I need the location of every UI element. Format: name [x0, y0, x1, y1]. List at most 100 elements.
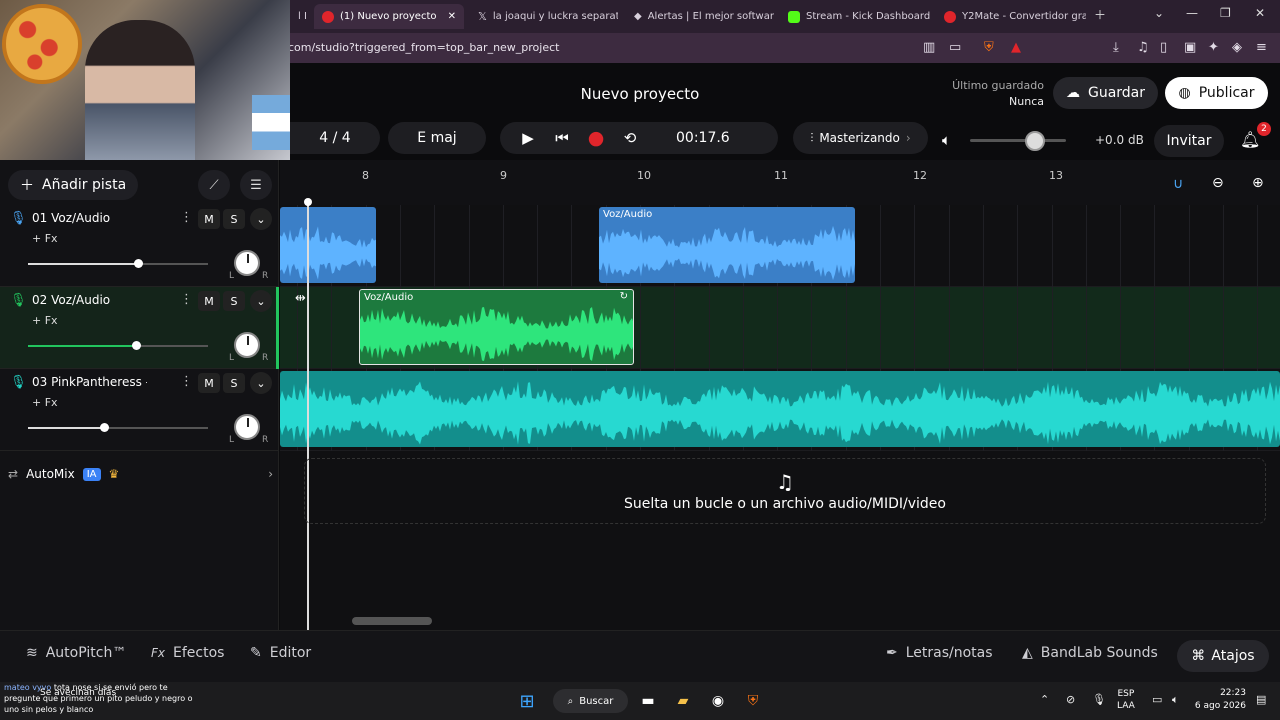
display-icon[interactable]: ▭ — [1152, 693, 1162, 706]
pan-knob[interactable] — [234, 332, 260, 358]
solo-button[interactable]: S — [223, 209, 245, 229]
music-icon[interactable]: ♫ — [1137, 40, 1149, 55]
microphone-tray-icon[interactable]: 🎙︎ — [1092, 693, 1106, 706]
solo-button[interactable]: S — [223, 373, 245, 393]
track-volume-slider[interactable] — [28, 259, 208, 268]
track-row-2[interactable]: 🎙︎ 02 Voz/Audio ⋮ M S ⌄ + Fx L R — [0, 287, 279, 369]
more-options-icon[interactable]: ⋮ — [180, 374, 193, 389]
publish-button[interactable]: ◍ Publicar — [1165, 77, 1268, 109]
rewards-icon[interactable]: ▲ — [1011, 40, 1021, 55]
pan-knob[interactable] — [234, 250, 260, 276]
track-name[interactable]: 01 Voz/Audio — [32, 211, 147, 225]
chevron-down-icon[interactable]: ⌄ — [250, 290, 272, 312]
notifications-tray-icon[interactable]: ▤ — [1256, 693, 1266, 706]
track-settings-icon[interactable]: ☰ — [240, 170, 272, 200]
track-volume-slider[interactable] — [28, 423, 208, 432]
tab-alertas[interactable]: ◆ Alertas | El mejor software p — [626, 4, 774, 29]
chevron-down-icon[interactable]: ⌄ — [1154, 6, 1164, 20]
tab-0[interactable]: l L — [290, 4, 306, 29]
snap-magnet-icon[interactable]: ∪ — [1173, 176, 1183, 192]
master-volume-slider[interactable] — [970, 139, 1066, 142]
audio-clip[interactable] — [280, 371, 1280, 447]
brave-shield-icon[interactable]: ⛨ — [984, 40, 994, 55]
audio-clip-selected[interactable]: Voz/Audio ↻ — [359, 289, 634, 365]
cast-icon[interactable]: ▭ — [949, 40, 961, 55]
loop-handle-icon[interactable]: ↻ — [620, 291, 628, 302]
ai-sparkle-icon[interactable]: ✦ — [1208, 40, 1219, 55]
windows-start-icon[interactable]: ⊞ — [516, 690, 538, 712]
add-track-button[interactable]: ＋ Añadir pista — [8, 170, 138, 200]
reader-icon[interactable]: ▥ — [923, 40, 935, 55]
wallet-icon[interactable]: ▣ — [1184, 40, 1196, 55]
add-fx-button[interactable]: + Fx — [32, 396, 58, 409]
playhead[interactable] — [307, 200, 309, 630]
track-row-1[interactable]: 🎙︎ 01 Voz/Audio ⋮ M S ⌄ + Fx L R — [0, 205, 279, 287]
add-fx-button[interactable]: + Fx — [32, 314, 58, 327]
timeline-ruler[interactable] — [280, 160, 1280, 205]
tab-nuevo-proyecto[interactable]: (1) Nuevo proyecto ✕ — [314, 4, 464, 29]
skip-back-icon[interactable]: ⏮ — [552, 129, 572, 147]
file-explorer-icon[interactable]: ▰ — [672, 690, 694, 712]
horizontal-scrollbar[interactable] — [352, 617, 432, 625]
brave-browser-icon[interactable]: ⛨ — [742, 690, 764, 712]
track-volume-slider[interactable] — [28, 341, 208, 350]
lyrics-button[interactable]: ✒ Letras/notas — [886, 645, 993, 661]
playhead-handle[interactable] — [304, 198, 312, 206]
mute-button[interactable]: M — [198, 291, 220, 311]
time-signature[interactable]: 4 / 4 — [290, 122, 380, 154]
more-options-icon[interactable]: ⋮ — [180, 210, 193, 225]
invite-button[interactable]: Invitar — [1154, 125, 1224, 157]
system-clock[interactable]: 22:23 6 ago 2026 — [1192, 687, 1246, 713]
loop-icon[interactable]: ⟲ — [620, 129, 640, 147]
tab-y2mate[interactable]: Y2Mate - Convertidor grat — [936, 4, 1086, 29]
shortcuts-button[interactable]: ⌘ Atajos — [1177, 640, 1269, 672]
minimize-icon[interactable]: — — [1186, 6, 1198, 20]
zoom-in-icon[interactable]: ⊕ — [1252, 175, 1264, 191]
tab-kick[interactable]: Stream - Kick Dashboard — [780, 4, 930, 29]
close-tab-icon[interactable]: ✕ — [448, 11, 456, 22]
maximize-icon[interactable]: ❐ — [1220, 6, 1231, 20]
master-volume-knob[interactable] — [1025, 131, 1045, 151]
play-icon[interactable]: ▶ — [518, 129, 538, 147]
audio-clip[interactable]: Voz/Audio — [599, 207, 855, 283]
add-fx-button[interactable]: + Fx — [32, 232, 58, 245]
editor-button[interactable]: ✎ Editor — [250, 645, 311, 661]
autopitch-button[interactable]: ≋ AutoPitch™ — [26, 645, 126, 661]
save-button[interactable]: ☁ Guardar — [1053, 77, 1158, 109]
download-icon[interactable]: ⤓ — [1113, 40, 1119, 55]
effects-button[interactable]: Fx Efectos — [151, 645, 224, 661]
url-input[interactable]: com/studio?triggered_from=top_bar_new_pr… — [288, 41, 559, 54]
taskbar-search[interactable]: ⌕ Buscar — [553, 689, 628, 713]
tuning-fork-icon[interactable]: ⟋ — [198, 170, 230, 200]
vpn-icon[interactable]: ◈ — [1232, 40, 1242, 55]
track-name[interactable]: 02 Voz/Audio — [32, 293, 147, 307]
track-row-3[interactable]: 🎙︎ 03 PinkPantheress - G... ⋮ M S ⌄ + Fx… — [0, 369, 279, 451]
sidebar-icon[interactable]: ▯ — [1160, 40, 1167, 55]
speaker-icon[interactable]: 🔈︎ — [942, 131, 951, 149]
chevron-down-icon[interactable]: ⌄ — [250, 208, 272, 230]
record-icon[interactable]: ● — [586, 127, 606, 149]
mute-button[interactable]: M — [198, 209, 220, 229]
menu-icon[interactable]: ≡ — [1256, 40, 1267, 55]
language-indicator[interactable]: ESP LAA — [1117, 688, 1135, 712]
track-name[interactable]: 03 PinkPantheress - G... — [32, 375, 147, 389]
more-options-icon[interactable]: ⋮ — [180, 292, 193, 307]
pan-knob[interactable] — [234, 414, 260, 440]
chevron-down-icon[interactable]: ⌄ — [250, 372, 272, 394]
audio-clip[interactable] — [280, 207, 376, 283]
zoom-out-icon[interactable]: ⊖ — [1212, 175, 1224, 191]
key-selector[interactable]: E maj — [388, 122, 486, 154]
automix-row[interactable]: ⇄ AutoMix IA ♛ › — [8, 463, 273, 485]
new-tab-icon[interactable]: ＋ — [1094, 6, 1106, 23]
drop-zone[interactable]: ♫ Suelta un bucle o un archivo audio/MID… — [304, 458, 1266, 524]
tray-chevron-icon[interactable]: ⌃ — [1040, 693, 1049, 706]
close-window-icon[interactable]: ✕ — [1255, 6, 1265, 20]
terminal-app-icon[interactable]: ▬ — [637, 690, 659, 712]
solo-button[interactable]: S — [223, 291, 245, 311]
volume-tray-icon[interactable]: 🔈︎ — [1172, 693, 1179, 707]
network-off-icon[interactable]: ⊘ — [1066, 693, 1075, 706]
project-title[interactable]: Nuevo proyecto — [290, 85, 990, 103]
obs-icon[interactable]: ◉ — [707, 690, 729, 712]
bandlab-sounds-button[interactable]: ◭ BandLab Sounds — [1022, 645, 1158, 661]
mastering-button[interactable]: ⫶ Masterizando › — [793, 122, 928, 154]
